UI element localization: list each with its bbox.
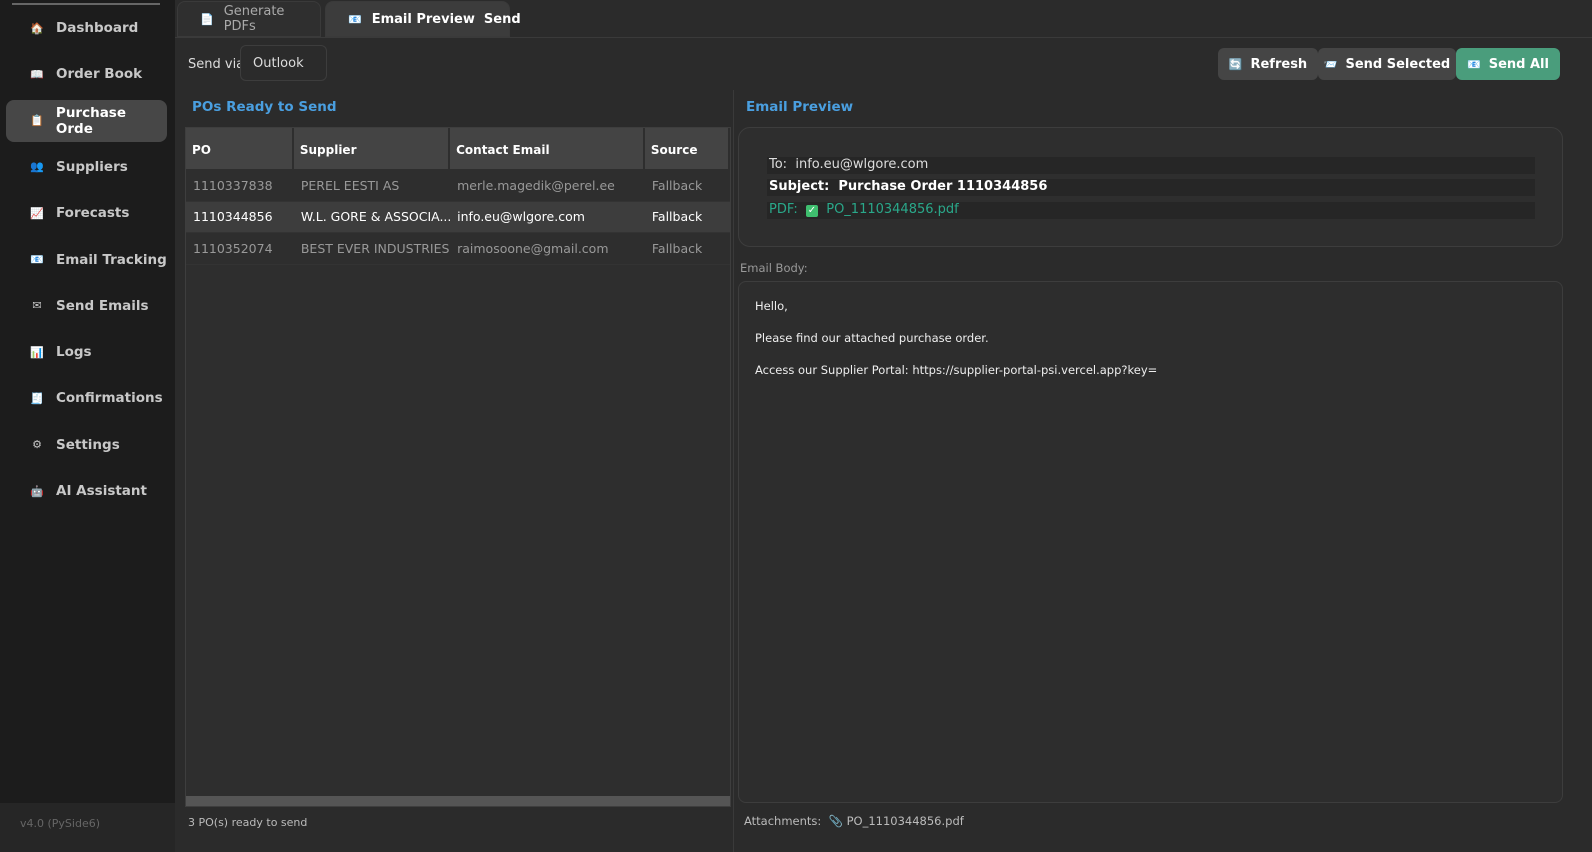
gear-icon: ⚙ (32, 438, 42, 452)
send-selected-button[interactable]: 📨 Send Selected (1318, 48, 1456, 80)
robot-icon: 🤖 (30, 484, 44, 498)
document-icon: 📄 (200, 12, 214, 26)
table-cell: 1110337838 (193, 177, 273, 193)
attachment-filename: PO_1110344856.pdf (846, 814, 964, 828)
pos-ready-title: POs Ready to Send (192, 99, 337, 115)
chart-up-icon: 📈 (30, 206, 44, 220)
envelope-icon: 📨 (1323, 57, 1338, 71)
sidebar-item-dashboard[interactable]: 🏠 Dashboard (6, 7, 167, 49)
sidebar-item-confirmations[interactable]: 🧾 Confirmations (6, 377, 167, 419)
checkmark-icon: ✓ (805, 205, 818, 217)
pdf-filename[interactable]: PO_1110344856.pdf (826, 202, 959, 217)
sidebar-item-label: Settings (56, 436, 120, 453)
table-cell: info.eu@wlgore.com (457, 209, 585, 225)
tab-label: Email Preview Send (371, 11, 521, 27)
body-line: Access our Supplier Portal: https://supp… (755, 363, 1158, 377)
table-cell: merle.magedik@perel.ee (457, 177, 615, 193)
refresh-button[interactable]: 🔄 Refresh (1218, 48, 1318, 80)
pdf-line: PDF: ✓ PO_1110344856.pdf (767, 202, 1535, 219)
email-icon: 📧 (348, 12, 362, 26)
sidebar-top-indicator (12, 3, 160, 5)
horizontal-scrollbar[interactable] (186, 796, 730, 806)
attachments-label: Attachments: (744, 814, 822, 828)
email-icon: 📧 (1467, 57, 1481, 71)
to-label: To: (769, 157, 788, 172)
table-row[interactable]: 1110352074 BEST EVER INDUSTRIES... raimoso… (186, 233, 730, 265)
table-row[interactable]: 1110337838 PEREL EESTI AS merle.magedik@pe… (186, 170, 730, 202)
sidebar-item-label: Confirmations (56, 390, 163, 407)
send-via-select[interactable]: Outlook (240, 45, 327, 81)
column-header[interactable]: Supplier (293, 128, 449, 169)
email-header-box: To: info.eu@wlgore.com Subject: Purchase… (738, 127, 1563, 247)
subject-line: Subject: Purchase Order 1110344856 (767, 179, 1535, 196)
column-header[interactable]: Source (644, 128, 728, 169)
body-line: Please find our attached purchase order. (755, 331, 989, 345)
email-icon: 📧 (30, 253, 44, 266)
envelope-icon: ✉ (32, 299, 42, 313)
subject-value: Purchase Order 1110344856 (838, 179, 1048, 194)
panel-divider[interactable] (733, 90, 734, 852)
send-all-label: Send All (1488, 56, 1549, 72)
tab-email-preview-send[interactable]: 📧 Email Preview Send (325, 1, 521, 37)
book-icon: 📖 (30, 67, 44, 81)
table-row[interactable]: 1110344856 W.L. GORE & ASSOCIA... info.eu@… (186, 201, 730, 233)
receipt-icon: 🧾 (30, 391, 44, 405)
po-table[interactable]: PO Supplier Contact Email Source 1110337838… (185, 127, 731, 807)
table-cell: PEREL EESTI AS (300, 177, 400, 193)
sidebar-item-purchase-orde[interactable]: 📋 Purchase Orde (6, 99, 167, 142)
sidebar-item-logs[interactable]: 📊 Logs (6, 331, 167, 373)
table-cell: BEST EVER INDUSTRIES... (300, 240, 451, 256)
sidebar-item-label: Email Tracking (56, 251, 167, 268)
email-body-textarea[interactable]: Hello, Please find our attached purchase… (738, 281, 1563, 803)
sidebar-item-ai-assistant[interactable]: 🤖 AI Assistant (6, 470, 167, 512)
sidebar-item-label: Logs (56, 344, 92, 361)
table-cell: W.L. GORE & ASSOCIA... (300, 209, 451, 225)
send-all-button[interactable]: 📧 Send All (1456, 48, 1560, 80)
pdf-label: PDF: (769, 202, 798, 217)
sidebar-item-label: Dashboard (56, 20, 139, 36)
attachments-line: Attachments: 📎 PO_1110344856.pdf (744, 814, 964, 828)
sidebar-item-label: AI Assistant (56, 483, 147, 499)
table-cell: raimosoone@gmail.com (457, 240, 609, 256)
sidebar-item-send-emails[interactable]: ✉ Send Emails (6, 285, 167, 327)
paperclip-icon: 📎 (828, 814, 843, 828)
sidebar-item-label: Purchase Orde (55, 104, 126, 137)
sidebar-item-label: Forecasts (56, 205, 130, 222)
sidebar-item-label: Suppliers (56, 158, 128, 175)
sidebar-item-forecasts[interactable]: 📈 Forecasts (6, 192, 167, 234)
refresh-icon: 🔄 (1228, 57, 1243, 71)
tab-label: Generate PDFs (223, 4, 285, 34)
sidebar-item-settings[interactable]: ⚙ Settings (6, 424, 167, 466)
subject-label: Subject: (769, 179, 830, 194)
table-cell: Fallback (651, 240, 703, 256)
send-selected-label: Send Selected (1345, 56, 1451, 72)
table-cell: Fallback (651, 209, 703, 225)
column-header[interactable]: Contact Email (450, 128, 643, 169)
house-icon: 🏠 (30, 21, 44, 35)
sidebar-item-email-tracking[interactable]: 📧 Email Tracking (6, 239, 167, 281)
bar-chart-icon: 📊 (30, 345, 44, 359)
version-label: v4.0 (PySide6) (0, 803, 175, 852)
email-preview-title: Email Preview (746, 99, 854, 115)
tab-divider (175, 37, 1592, 38)
status-text: 3 PO(s) ready to send (188, 816, 308, 829)
sidebar-item-suppliers[interactable]: 👥 Suppliers (6, 146, 167, 188)
table-cell: 1110344856 (193, 209, 273, 225)
people-icon: 👥 (30, 160, 44, 174)
sidebar-item-label: Send Emails (56, 297, 149, 314)
sidebar-item-order-book[interactable]: 📖 Order Book (6, 53, 167, 95)
refresh-label: Refresh (1250, 56, 1308, 72)
to-value: info.eu@wlgore.com (795, 157, 929, 172)
email-body-label: Email Body: (740, 261, 808, 275)
column-header[interactable]: PO (186, 128, 292, 169)
table-cell: 1110352074 (193, 240, 273, 256)
to-line: To: info.eu@wlgore.com (767, 157, 1535, 174)
body-line: Hello, (755, 299, 788, 313)
tab-generate-pdfs[interactable]: 📄 Generate PDFs (177, 1, 321, 37)
clipboard-icon: 📋 (30, 114, 44, 128)
table-cell: Fallback (651, 177, 703, 193)
sidebar-item-label: Order Book (56, 66, 143, 83)
sidebar: 🏠 Dashboard 📖 Order Book 📋 Purchase Orde 👥 Supp… (0, 0, 175, 852)
